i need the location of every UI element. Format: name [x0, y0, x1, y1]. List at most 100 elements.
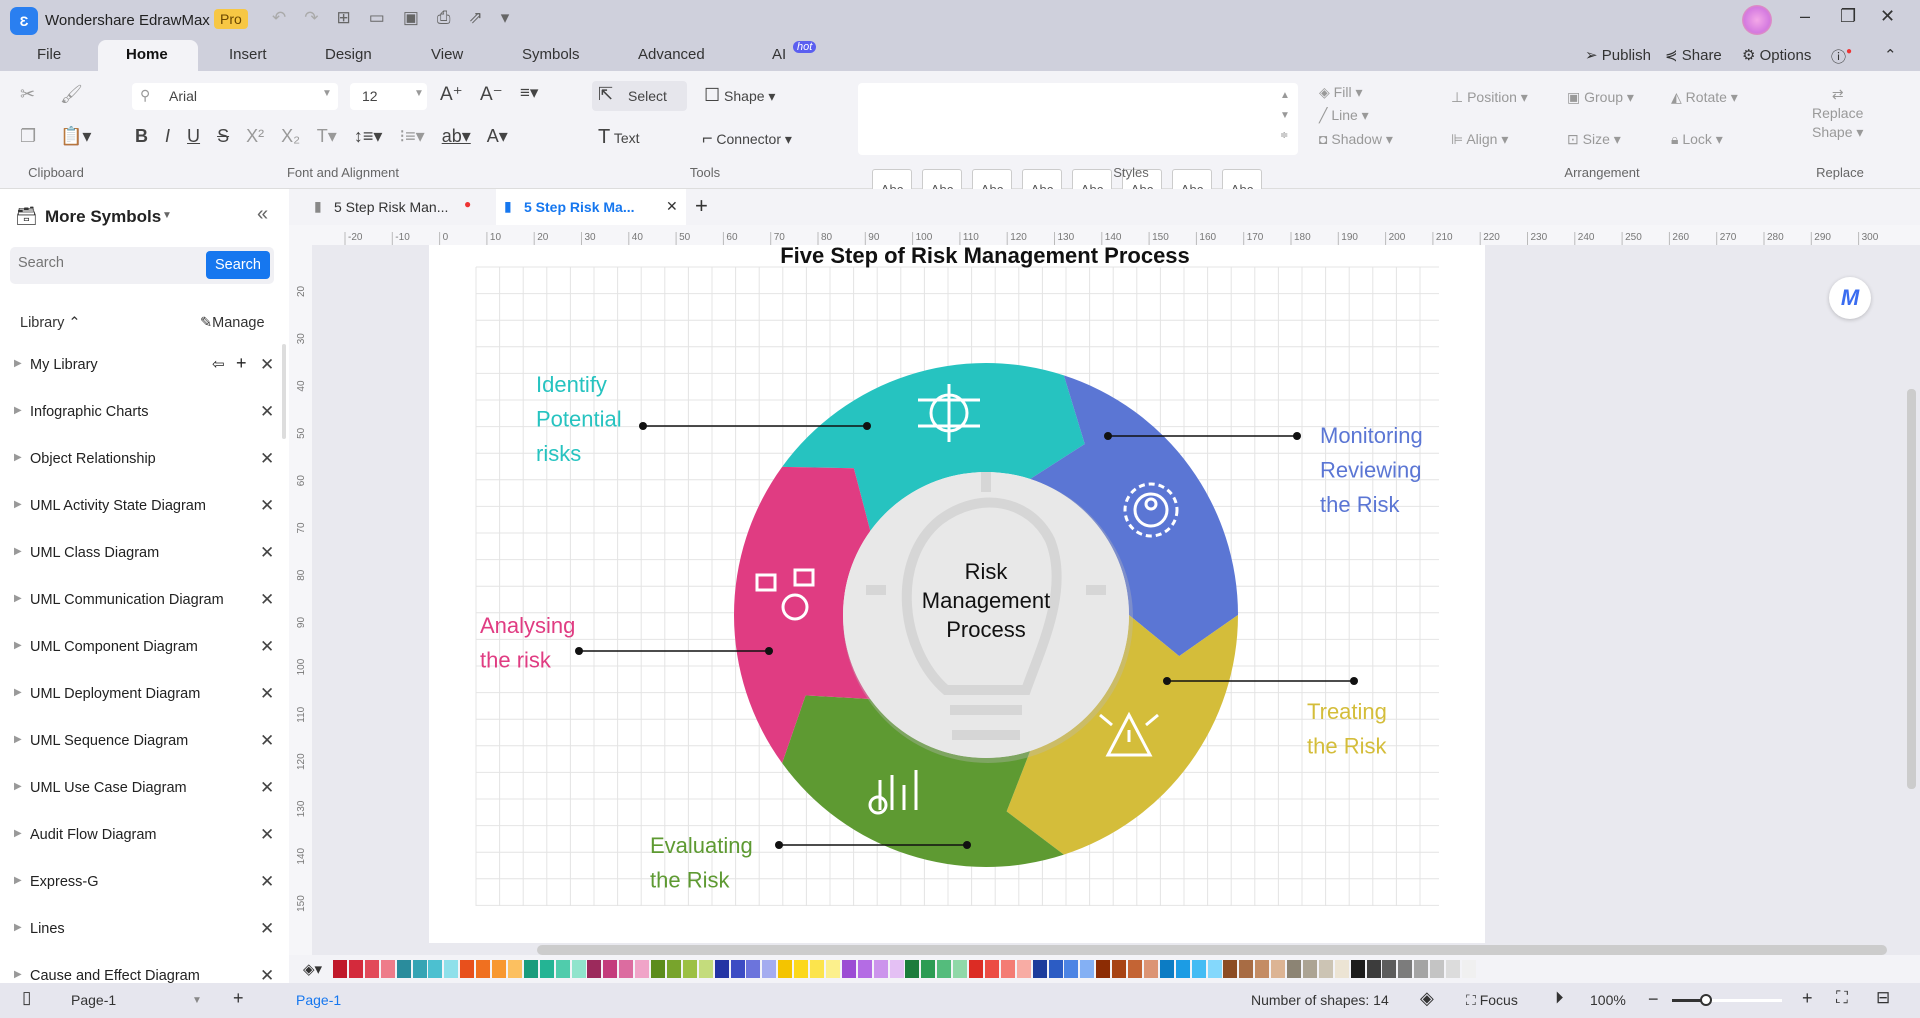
color-swatch[interactable]: [1143, 960, 1158, 978]
color-swatch[interactable]: [619, 960, 634, 978]
expand-arrow-icon[interactable]: ▶: [14, 969, 22, 980]
color-swatch[interactable]: [730, 960, 745, 978]
color-swatch[interactable]: [682, 960, 697, 978]
font-color-icon[interactable]: A▾: [487, 126, 508, 146]
center-circle[interactable]: [843, 472, 1129, 758]
library-label[interactable]: Library ⌃: [20, 315, 81, 331]
close-library-icon[interactable]: ✕: [260, 778, 274, 798]
align-icon[interactable]: ≡▾: [520, 83, 538, 103]
page-panel-icon[interactable]: ▯: [22, 988, 31, 1008]
close-library-icon[interactable]: ✕: [260, 919, 274, 939]
color-swatch[interactable]: [953, 960, 968, 978]
color-swatch[interactable]: [555, 960, 570, 978]
color-swatch[interactable]: [1287, 960, 1301, 978]
expand-arrow-icon[interactable]: ▶: [14, 687, 22, 698]
cut-icon[interactable]: ✂: [20, 84, 35, 105]
color-swatch[interactable]: [492, 960, 506, 978]
font-size-select[interactable]: 12 ▼: [350, 83, 427, 110]
lock-button[interactable]: 🔒︎ Lock ▾: [1671, 131, 1723, 148]
color-swatch[interactable]: [857, 960, 872, 978]
shape-button[interactable]: ☐ Shape ▾: [704, 85, 775, 106]
color-swatch[interactable]: [762, 960, 777, 978]
restore-button[interactable]: ❐: [1840, 6, 1856, 27]
library-item[interactable]: ▶ Audit Flow Diagram ✕: [0, 817, 289, 857]
color-swatch[interactable]: [635, 960, 650, 978]
menu-tab-insert[interactable]: Insert: [229, 46, 267, 63]
open-icon[interactable]: ▭: [369, 8, 403, 27]
bold-icon[interactable]: B: [135, 126, 148, 146]
library-item[interactable]: ▶ UML Activity State Diagram ✕: [0, 488, 289, 528]
color-swatch[interactable]: [651, 960, 665, 978]
color-swatch[interactable]: [1398, 960, 1413, 978]
color-swatch[interactable]: [794, 960, 809, 978]
manage-button[interactable]: ✎Manage: [200, 315, 265, 331]
layers-icon[interactable]: ◈: [1420, 988, 1434, 1009]
paste-icon[interactable]: 📋▾: [60, 126, 91, 147]
library-item[interactable]: ▶ UML Sequence Diagram ✕: [0, 723, 289, 763]
step-label[interactable]: Identify: [536, 372, 607, 397]
menu-tab-ai[interactable]: AI: [772, 46, 786, 63]
expand-arrow-icon[interactable]: ▶: [14, 405, 22, 416]
color-swatch[interactable]: [1350, 960, 1365, 978]
close-library-icon[interactable]: ✕: [260, 590, 274, 610]
options-button[interactable]: ⚙ Options: [1742, 46, 1811, 64]
format-painter-icon[interactable]: 🖌: [60, 84, 83, 105]
expand-arrow-icon[interactable]: ▶: [14, 734, 22, 745]
menu-tab-file[interactable]: File: [37, 46, 61, 63]
font-family-select[interactable]: ⚲ Arial ▼: [132, 83, 338, 110]
color-swatch[interactable]: [889, 960, 904, 978]
search-button[interactable]: Search: [206, 251, 270, 279]
color-swatch[interactable]: [476, 960, 491, 978]
close-library-icon[interactable]: ✕: [260, 637, 274, 657]
library-item[interactable]: ▶ UML Communication Diagram ✕: [0, 582, 289, 622]
copy-icon[interactable]: ❐: [20, 126, 36, 147]
fullscreen-icon[interactable]: ⊟: [1876, 988, 1890, 1008]
color-swatch[interactable]: [380, 960, 395, 978]
share-button[interactable]: ⋞ Share: [1665, 46, 1722, 64]
expand-arrow-icon[interactable]: ▶: [14, 922, 22, 933]
shadow-button[interactable]: ◘ Shadow ▾: [1319, 131, 1393, 148]
line-spacing-icon[interactable]: ↕≡▾: [354, 126, 383, 146]
publish-button[interactable]: ➢ Publish: [1585, 46, 1651, 64]
expand-arrow-icon[interactable]: ▶: [14, 358, 22, 369]
color-swatch[interactable]: [1112, 960, 1127, 978]
underline-icon[interactable]: U: [187, 126, 200, 146]
color-swatch[interactable]: [714, 960, 729, 978]
ai-assistant-icon[interactable]: M: [1829, 277, 1871, 319]
library-item[interactable]: ▶ Infographic Charts ✕: [0, 394, 289, 434]
fill-bucket-icon[interactable]: ◈▾: [303, 960, 322, 978]
bullets-icon[interactable]: ⁝≡▾: [399, 126, 424, 146]
menu-tab-symbols[interactable]: Symbols: [522, 46, 580, 63]
library-item[interactable]: ▶ Object Relationship ✕: [0, 441, 289, 481]
select-button[interactable]: ⇱ Select: [592, 81, 687, 111]
play-icon[interactable]: ⏵: [1555, 988, 1564, 1008]
avatar[interactable]: [1742, 5, 1772, 35]
color-swatch[interactable]: [746, 960, 761, 978]
zoom-slider[interactable]: [1672, 994, 1782, 1006]
library-item[interactable]: ▶ UML Component Diagram ✕: [0, 629, 289, 669]
sidebar-scrollbar[interactable]: [282, 344, 286, 439]
color-swatch[interactable]: [825, 960, 840, 978]
color-swatch[interactable]: [1016, 960, 1031, 978]
close-library-icon[interactable]: ✕: [260, 355, 274, 375]
horizontal-scrollbar[interactable]: [537, 945, 1887, 955]
close-library-icon[interactable]: ✕: [260, 731, 274, 751]
color-swatch[interactable]: [1191, 960, 1206, 978]
color-swatch[interactable]: [1159, 960, 1174, 978]
vertical-scrollbar[interactable]: [1907, 389, 1916, 789]
color-swatch[interactable]: [1048, 960, 1063, 978]
menu-tab-view[interactable]: View: [431, 46, 463, 63]
step-label[interactable]: the Risk: [1307, 734, 1387, 759]
text-style-icon[interactable]: T▾: [317, 126, 337, 146]
customize-icon[interactable]: ▾: [501, 8, 528, 27]
close-tab-icon[interactable]: ✕: [666, 198, 678, 215]
new-icon[interactable]: ⊞: [337, 8, 369, 27]
fill-button[interactable]: ◈ Fill ▾: [1319, 84, 1362, 101]
step-label[interactable]: Treating: [1307, 699, 1387, 724]
step-label[interactable]: the Risk: [650, 868, 730, 893]
color-swatch[interactable]: [1175, 960, 1190, 978]
color-swatch[interactable]: [984, 960, 999, 978]
save-icon[interactable]: ▣: [403, 8, 437, 27]
menu-tab-design[interactable]: Design: [325, 46, 372, 63]
close-library-icon[interactable]: ✕: [260, 825, 274, 845]
